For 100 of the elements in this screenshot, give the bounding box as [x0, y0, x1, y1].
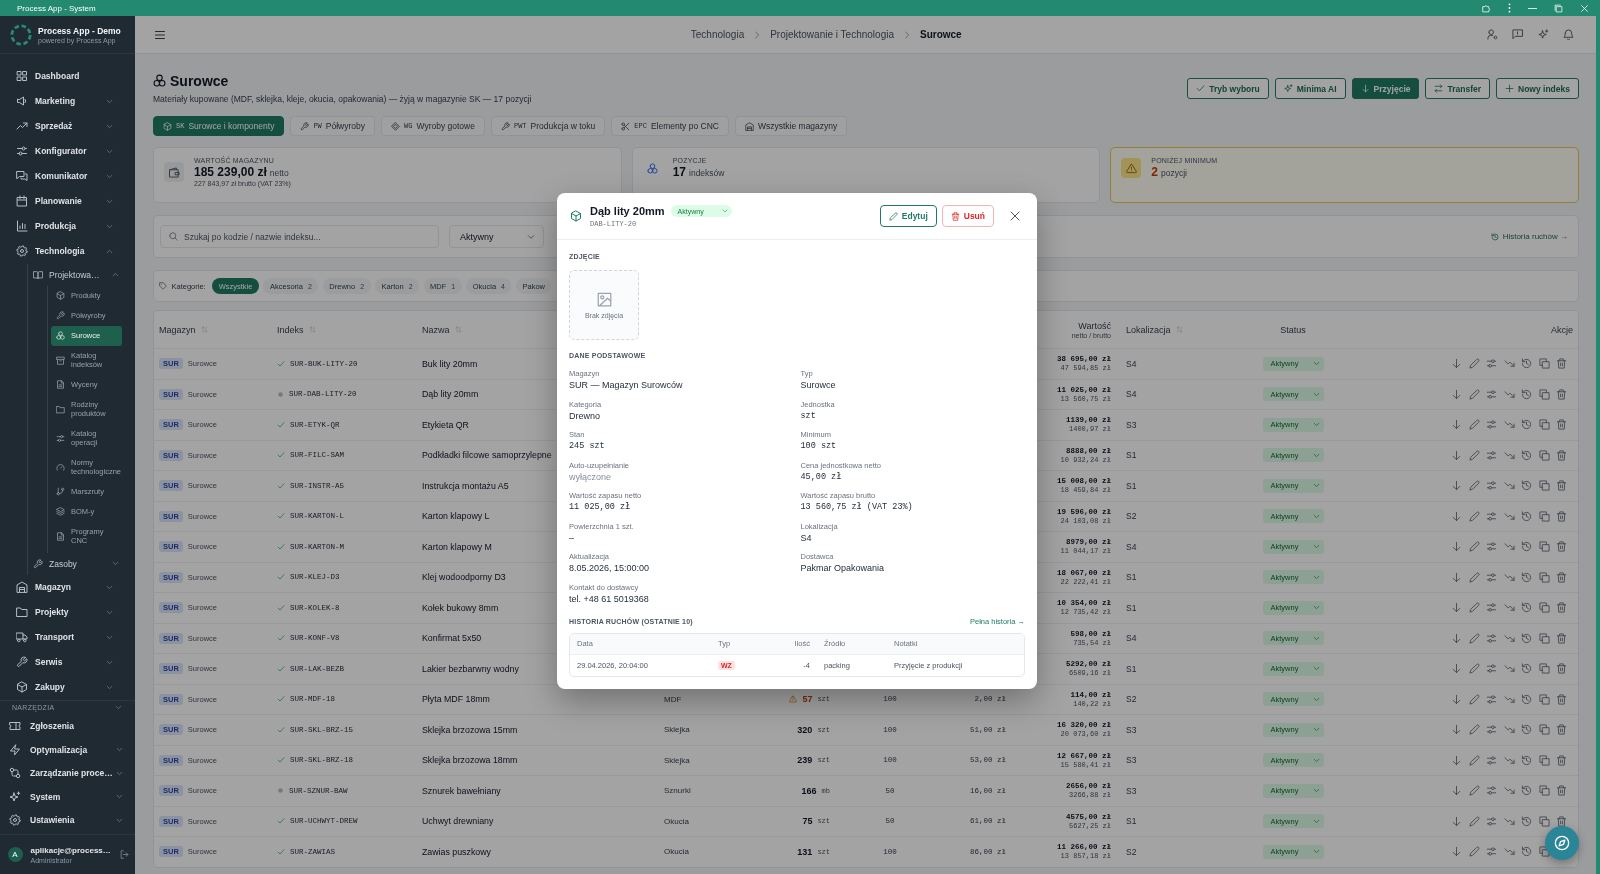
breadcrumb-link[interactable]: Projektowanie i Technologia [770, 29, 894, 40]
arrow-down-icon[interactable] [1451, 358, 1462, 370]
sliders-icon[interactable] [1486, 480, 1497, 492]
copy-icon[interactable] [1538, 693, 1550, 705]
trend-down-icon[interactable] [1503, 663, 1515, 675]
arrow-down-icon[interactable] [1451, 388, 1462, 400]
pencil-icon[interactable] [1468, 815, 1480, 827]
breadcrumb-link[interactable]: Surowce [920, 29, 962, 40]
copy-icon[interactable] [1538, 419, 1550, 431]
nav-item[interactable]: Magazyn [0, 574, 135, 600]
arrow-down-icon[interactable] [1451, 419, 1462, 431]
nav-item[interactable]: Dashboard [0, 63, 135, 89]
arrow-down-icon[interactable] [1451, 815, 1462, 827]
menu-icon[interactable] [154, 28, 166, 41]
copy-icon[interactable] [1538, 480, 1550, 492]
trash-icon[interactable] [1556, 449, 1567, 461]
history-icon[interactable] [1521, 571, 1532, 583]
copy-icon[interactable] [1538, 663, 1550, 675]
arrow-down-icon[interactable] [1451, 724, 1462, 736]
trend-down-icon[interactable] [1503, 388, 1515, 400]
arrow-down-icon[interactable] [1451, 510, 1462, 522]
arrow-down-icon[interactable] [1451, 663, 1462, 675]
copy-icon[interactable] [1538, 541, 1550, 553]
history-icon[interactable] [1521, 358, 1532, 370]
arrow-down-icon[interactable] [1451, 693, 1462, 705]
arrow-down-icon[interactable] [1451, 754, 1462, 766]
history-icon[interactable] [1521, 693, 1532, 705]
history-icon[interactable] [1521, 602, 1532, 614]
history-icon[interactable] [1521, 480, 1532, 492]
history-icon[interactable] [1521, 419, 1532, 431]
trend-down-icon[interactable] [1503, 480, 1515, 492]
pencil-icon[interactable] [1468, 602, 1480, 614]
copy-icon[interactable] [1538, 724, 1550, 736]
pencil-icon[interactable] [1468, 785, 1480, 797]
copy-icon[interactable] [1538, 602, 1550, 614]
copy-icon[interactable] [1538, 510, 1550, 522]
arrow-down-icon[interactable] [1451, 449, 1462, 461]
copy-icon[interactable] [1538, 846, 1550, 858]
history-icon[interactable] [1521, 785, 1532, 797]
sliders-icon[interactable] [1486, 663, 1497, 675]
nav-item[interactable]: Projektowa… [0, 263, 135, 286]
trash-icon[interactable] [1556, 480, 1567, 492]
trash-icon[interactable] [1556, 510, 1567, 522]
nav-item[interactable]: Komunikator [0, 163, 135, 189]
chevron-down-icon[interactable] [115, 704, 122, 711]
nav-item[interactable]: Marketing [0, 88, 135, 114]
pencil-icon[interactable] [1468, 388, 1480, 400]
trend-down-icon[interactable] [1503, 785, 1515, 797]
user-gear-icon[interactable] [1486, 29, 1498, 40]
logout-icon[interactable] [120, 850, 129, 859]
trash-icon[interactable] [1556, 815, 1567, 827]
more-icon[interactable] [1508, 3, 1511, 13]
copy-icon[interactable] [1538, 632, 1550, 644]
pencil-icon[interactable] [1468, 571, 1480, 583]
trend-down-icon[interactable] [1503, 541, 1515, 553]
trash-icon[interactable] [1556, 693, 1567, 705]
trash-icon[interactable] [1556, 663, 1567, 675]
history-icon[interactable] [1521, 815, 1532, 827]
pencil-icon[interactable] [1468, 358, 1480, 370]
trend-down-icon[interactable] [1503, 693, 1515, 705]
nav-item[interactable]: Zasoby [0, 552, 135, 575]
trash-icon[interactable] [1556, 571, 1567, 583]
nav-item[interactable]: Konfigurator [0, 138, 135, 164]
sliders-icon[interactable] [1486, 754, 1497, 766]
search-field[interactable]: Szukaj po kodzie / nazwie indeksu... [160, 225, 439, 248]
arrow-down-icon[interactable] [1451, 846, 1462, 858]
sliders-icon[interactable] [1486, 785, 1497, 797]
history-icon[interactable] [1521, 663, 1532, 675]
warehouse-tab[interactable]: Wszystkie magazyny [734, 116, 848, 136]
trend-down-icon[interactable] [1503, 815, 1515, 827]
sliders-icon[interactable] [1486, 571, 1497, 583]
copy-icon[interactable] [1538, 388, 1550, 400]
trend-down-icon[interactable] [1503, 846, 1515, 858]
copy-icon[interactable] [1538, 449, 1550, 461]
trend-down-icon[interactable] [1503, 419, 1515, 431]
arrow-down-icon[interactable] [1451, 571, 1462, 583]
sliders-icon[interactable] [1486, 724, 1497, 736]
nav-item[interactable]: Sprzedaż [0, 113, 135, 139]
arrow-down-icon[interactable] [1451, 480, 1462, 492]
action-button[interactable]: Transfer [1425, 78, 1491, 99]
sliders-icon[interactable] [1486, 541, 1497, 553]
edit-button[interactable]: Edytuj [879, 205, 937, 227]
history-icon[interactable] [1521, 846, 1532, 858]
pencil-icon[interactable] [1468, 632, 1480, 644]
trend-down-icon[interactable] [1503, 510, 1515, 522]
copy-icon[interactable] [1538, 785, 1550, 797]
pencil-icon[interactable] [1468, 419, 1480, 431]
trash-icon[interactable] [1556, 419, 1567, 431]
trash-icon[interactable] [1556, 541, 1567, 553]
nav-item[interactable]: Zakupy [0, 674, 135, 700]
pencil-icon[interactable] [1468, 480, 1480, 492]
nav-item[interactable]: Serwis [0, 649, 135, 675]
history-icon[interactable] [1521, 388, 1532, 400]
pencil-icon[interactable] [1468, 693, 1480, 705]
nav-item[interactable]: Technologia [0, 238, 135, 264]
trash-icon[interactable] [1556, 602, 1567, 614]
sliders-icon[interactable] [1486, 510, 1497, 522]
nav-item[interactable]: Transport [0, 624, 135, 650]
action-button[interactable]: Nowy indeks [1496, 78, 1579, 99]
trash-icon[interactable] [1556, 785, 1567, 797]
